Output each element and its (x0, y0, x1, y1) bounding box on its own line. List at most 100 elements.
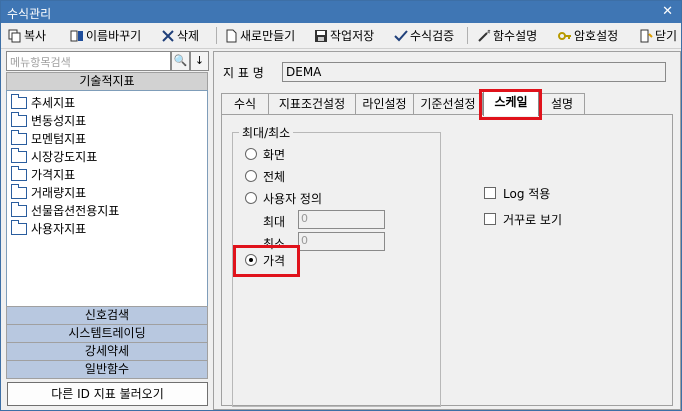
rename-icon (70, 30, 83, 41)
delete-label: 삭제 (177, 29, 200, 43)
delete-button[interactable]: 삭제 (161, 26, 199, 45)
tree-item[interactable]: 추세지표 (11, 93, 76, 111)
validate-button[interactable]: 수식검증 (394, 26, 454, 45)
down-arrow-icon[interactable]: ↓ (190, 51, 209, 71)
tree-item[interactable]: 거래량지표 (11, 183, 87, 201)
folder-icon (11, 147, 27, 163)
max-input[interactable]: 0 (298, 210, 385, 229)
function-help-label: 함수설명 (493, 29, 538, 43)
rename-button[interactable]: 이름바꾸기 (70, 26, 141, 45)
checkbox-box (484, 187, 496, 199)
category-system-trading[interactable]: 시스템트레이딩 (6, 324, 208, 343)
search-icon[interactable]: 🔍 (171, 51, 190, 71)
search-placeholder: 메뉴항목검색 (10, 56, 71, 69)
save-icon (315, 29, 327, 42)
checkbox-label: Log 적용 (503, 186, 551, 201)
new-label: 새로만들기 (240, 29, 296, 43)
min-input[interactable]: 0 (298, 232, 385, 251)
tree-item[interactable]: 선물옵션전용지표 (11, 201, 120, 219)
radio-label: 화면 (263, 147, 286, 162)
new-file-icon (226, 29, 237, 42)
exit-button[interactable]: 닫기 (639, 26, 677, 45)
category-general-functions[interactable]: 일반함수 (6, 360, 208, 379)
exit-label: 닫기 (655, 29, 678, 43)
function-help-button[interactable]: 함수설명 (477, 26, 537, 45)
tree-item-label: 변동성지표 (31, 114, 87, 128)
folder-icon (11, 201, 27, 217)
reverse-view-checkbox[interactable]: 거꾸로 보기 (484, 211, 562, 227)
category-signal-search[interactable]: 신호검색 (6, 306, 208, 325)
tree-item-label: 선물옵션전용지표 (31, 204, 120, 218)
category-bull-bear[interactable]: 강세약세 (6, 342, 208, 361)
category-technical-indicators[interactable]: 기술적지표 (6, 72, 208, 91)
save-label: 작업저장 (330, 29, 375, 43)
folder-open-icon (11, 219, 27, 235)
new-button[interactable]: 새로만들기 (224, 26, 295, 45)
max-label: 최대 (263, 215, 286, 229)
folder-icon (11, 129, 27, 145)
tree-item-label: 가격지표 (31, 168, 76, 182)
tree-item-label: 모멘텀지표 (31, 132, 87, 146)
indicator-name-field[interactable]: DEMA (282, 62, 666, 82)
tab-description[interactable]: 설명 (539, 93, 585, 114)
radio-screen[interactable]: 화면 (245, 146, 285, 162)
minmax-group-label: 최대/최소 (239, 124, 294, 141)
checkmark-icon (394, 29, 408, 41)
tab-indicator-conditions[interactable]: 지표조건설정 (268, 93, 356, 114)
tree-item-label: 추세지표 (31, 96, 76, 110)
radio-circle (245, 148, 257, 160)
checkbox-label: 거꾸로 보기 (503, 212, 563, 227)
highlight-scale-tab (479, 89, 542, 120)
radio-label: 전체 (263, 169, 286, 184)
tab-line-settings[interactable]: 라인설정 (355, 93, 414, 114)
min-value: 0 (301, 234, 308, 247)
copy-icon (8, 29, 21, 42)
folder-icon (11, 93, 27, 109)
tree-item[interactable]: 가격지표 (11, 165, 76, 183)
radio-user-defined[interactable]: 사용자 정의 (245, 190, 322, 206)
key-icon (558, 31, 571, 40)
password-button[interactable]: 암호설정 (558, 26, 618, 45)
tab-formula[interactable]: 수식 (221, 93, 269, 114)
log-scale-checkbox[interactable]: Log 적용 (484, 185, 550, 201)
toolbar: 복사 이름바꾸기 삭제 새로만들기 작업저장 수식검증 함수설명 암호설정 닫기 (1, 23, 681, 49)
tree-item[interactable]: 모멘텀지표 (11, 129, 87, 147)
tree-item[interactable]: 변동성지표 (11, 111, 87, 129)
close-icon[interactable]: ✕ (662, 4, 673, 19)
indicator-name-label: 지 표 명 (223, 66, 264, 80)
radio-circle (245, 192, 257, 204)
copy-label: 복사 (24, 29, 47, 43)
menu-search-input[interactable]: 메뉴항목검색 (6, 51, 171, 71)
magic-wand-icon (478, 29, 491, 42)
tree-item[interactable]: 사용자지표 (11, 219, 87, 237)
delete-icon (162, 29, 174, 42)
radio-all[interactable]: 전체 (245, 168, 285, 184)
window-title: 수식관리 (7, 7, 52, 21)
folder-icon (11, 165, 27, 181)
tree-item[interactable]: 시장강도지표 (11, 147, 98, 165)
formula-manager-window: 수식관리 ✕ 복사 이름바꾸기 삭제 새로만들기 작업저장 수식검증 함수설명 (0, 0, 682, 411)
indicator-tree: 추세지표 변동성지표 모멘텀지표 시장강도지표 가격지표 거래량지표 선물옵션전… (6, 90, 208, 307)
copy-button[interactable]: 복사 (8, 26, 46, 45)
validate-label: 수식검증 (410, 29, 455, 43)
folder-icon (11, 111, 27, 127)
folder-icon (11, 183, 27, 199)
tree-item-label: 시장강도지표 (31, 150, 98, 164)
radio-circle (245, 170, 257, 182)
save-button[interactable]: 작업저장 (314, 26, 374, 45)
highlight-price-option (233, 245, 300, 277)
load-other-id-button[interactable]: 다른 ID 지표 불러오기 (7, 382, 208, 406)
toolbar-separator (467, 27, 468, 44)
tab-baseline-settings[interactable]: 기준선설정 (413, 93, 483, 114)
tree-item-label: 거래량지표 (31, 186, 87, 200)
max-value: 0 (301, 212, 308, 225)
checkbox-box (484, 213, 496, 225)
toolbar-separator (216, 27, 217, 44)
rename-label: 이름바꾸기 (86, 29, 142, 43)
title-bar: 수식관리 ✕ (1, 1, 681, 23)
tree-item-label: 사용자지표 (31, 222, 87, 236)
radio-label: 사용자 정의 (263, 191, 323, 206)
door-exit-icon (640, 29, 653, 42)
password-label: 암호설정 (574, 29, 619, 43)
indicator-name-value: DEMA (286, 65, 322, 79)
